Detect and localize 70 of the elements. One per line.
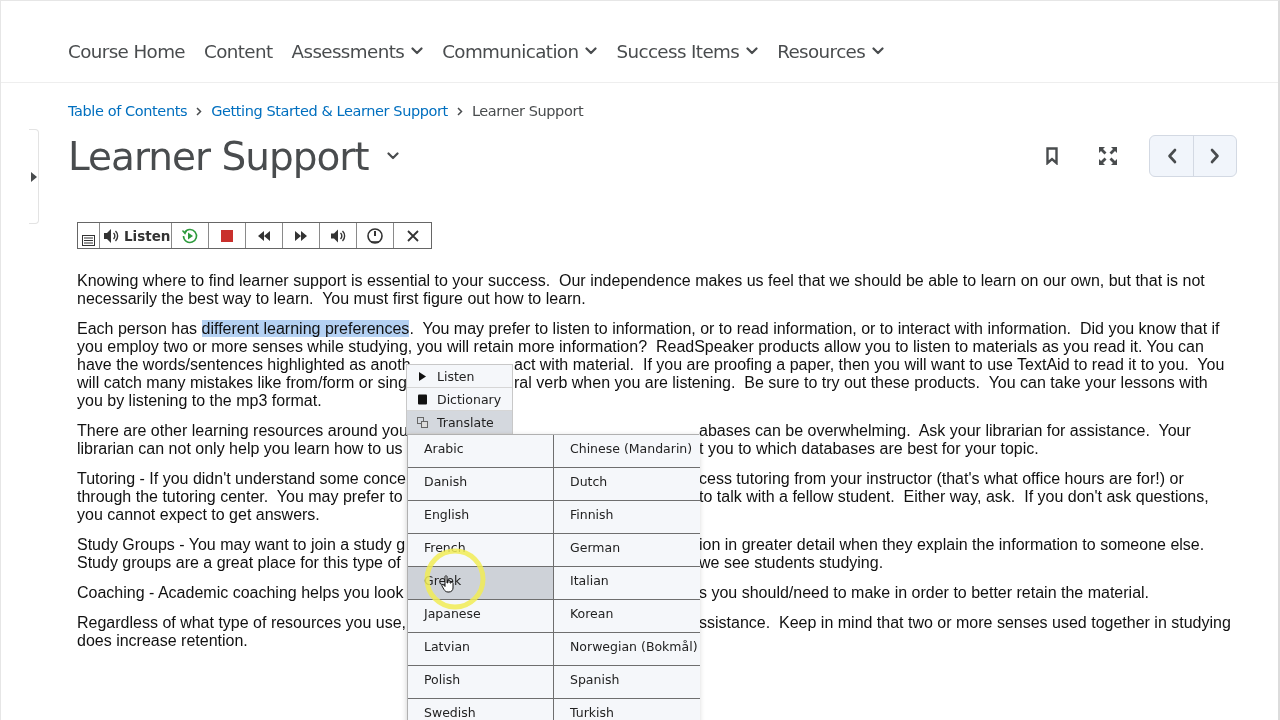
text-line: will catch many mistakes like from/form or sing xyxy=(77,374,407,392)
play-icon xyxy=(417,370,428,382)
fullscreen-button[interactable] xyxy=(1098,146,1118,166)
text-line: ssistance. Keep in mind that two or more senses used together in studying xyxy=(699,614,1231,632)
text-line: librarian can not only help you learn how to us xyxy=(77,440,403,458)
chevron-right-icon xyxy=(1210,148,1220,164)
chevron-right-icon xyxy=(196,106,203,116)
text-line: necessarily the best way to learn. You must first figure out how to learn. xyxy=(77,290,586,308)
nav-link[interactable]: Content xyxy=(204,40,273,62)
chevron-right-icon xyxy=(456,106,463,116)
language-option[interactable]: Norwegian (Bokmål) xyxy=(554,633,700,666)
language-option[interactable]: Chinese (Mandarin) xyxy=(554,435,700,468)
language-option[interactable]: Korean xyxy=(554,600,700,633)
chevron-down-icon xyxy=(386,152,399,160)
text-line: Tutoring - If you didn't understand some conce xyxy=(77,470,406,488)
text-line: act with material. If you are proofing a paper, then you will want to use TextAid to read it to you. You xyxy=(514,356,1225,374)
text-line: ral verb when you are listening. Be sure to try out these products. You can take your lessons with xyxy=(514,374,1208,392)
language-option[interactable]: Italian xyxy=(554,567,700,600)
text-line: ion in greater detail when they explain the information to someone else. xyxy=(699,536,1205,554)
page-title: Learner Support xyxy=(68,133,369,179)
sidebar-toggle[interactable] xyxy=(29,129,39,224)
text-line: Each person has different learning preferences. You may prefer to listen to information, or to read information, or to interact with information. Did you know that if xyxy=(77,320,1220,338)
fullscreen-icon xyxy=(1098,146,1118,166)
language-option[interactable]: French xyxy=(408,534,554,567)
text-line: t you to which databases are best for your topic. xyxy=(699,440,1039,458)
text-line: you employ two or more senses while studying, you will retain more information? ReadSpeaker products allow you to listen to materials as you read it. You can xyxy=(77,338,1204,356)
language-option[interactable]: Japanese xyxy=(408,600,554,633)
text-line: you cannot expect to get answers. xyxy=(77,506,320,524)
replay-icon xyxy=(181,226,199,245)
nav-link[interactable]: Course Home xyxy=(68,40,186,62)
language-option[interactable]: Latvian xyxy=(408,633,554,666)
gauge-icon xyxy=(366,226,384,245)
text-line: abases can be overwhelming. Ask your librarian for assistance. Your xyxy=(699,422,1191,440)
text-line: we see students studying. xyxy=(699,554,884,572)
translate-icon xyxy=(417,416,428,428)
text-line: Study Groups - You may want to join a study g xyxy=(77,536,406,554)
language-option[interactable]: Dutch xyxy=(554,468,700,501)
text-line: Study groups are a great place for this type of xyxy=(77,554,401,572)
language-option[interactable]: Polish xyxy=(408,666,554,699)
breadcrumb-current: Learner Support xyxy=(471,103,584,119)
text-line: does increase retention. xyxy=(77,632,248,650)
book-icon xyxy=(417,393,428,405)
menu-item[interactable]: Translate xyxy=(407,411,512,434)
language-option[interactable]: Arabic xyxy=(408,435,554,468)
breadcrumb-link[interactable]: Getting Started & Learner Support xyxy=(211,103,448,119)
speaker-icon xyxy=(103,227,119,244)
caret-right-icon xyxy=(30,171,37,182)
text-line: cess tutoring from your instructor (that's what office hours are for!) or xyxy=(699,470,1184,488)
text-line: you by listening to the mp3 format. xyxy=(77,392,322,410)
language-option[interactable]: German xyxy=(554,534,700,567)
language-option[interactable]: Swedish xyxy=(408,699,554,720)
text-line: to talk with a fellow student. Either way, ask. If you don't ask questions, xyxy=(699,488,1209,506)
text-line: Regardless of what type of resources you use, xyxy=(77,614,407,632)
text-line: Coaching - Academic coaching helps you look xyxy=(77,584,404,602)
chevron-left-icon xyxy=(1166,148,1177,164)
language-option[interactable]: English xyxy=(408,501,554,534)
text-line: Knowing where to find learner support is essential to your success. Our independence makes us feel that we should be able to learn on our own, but that is not xyxy=(77,272,1205,290)
nav-link[interactable]: Resources xyxy=(777,40,885,62)
text-line: through the tutoring center. You may prefer to xyxy=(77,488,403,506)
breadcrumb-link[interactable]: Table of Contents xyxy=(68,103,188,119)
bookmark-button[interactable] xyxy=(1046,147,1058,165)
language-option[interactable]: Danish xyxy=(408,468,554,501)
language-option[interactable]: Finnish xyxy=(554,501,700,534)
bookmark-icon xyxy=(1046,147,1058,165)
menu-icon xyxy=(82,235,95,246)
language-option[interactable]: Spanish xyxy=(554,666,700,699)
nav-link[interactable]: Assessments xyxy=(291,40,424,62)
nav-link[interactable]: Communication xyxy=(442,40,598,62)
text-line: s you should/need to make in order to better retain the material. xyxy=(699,584,1150,602)
nav-link[interactable]: Success Items xyxy=(616,40,759,62)
